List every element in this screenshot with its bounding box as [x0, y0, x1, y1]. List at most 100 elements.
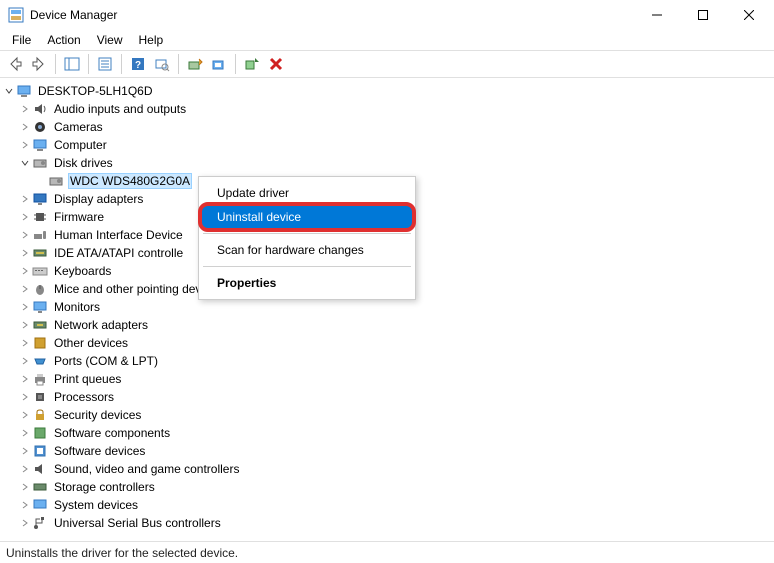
port-icon	[32, 353, 48, 369]
tree-label: Audio inputs and outputs	[52, 101, 188, 117]
chevron-right-icon[interactable]	[18, 246, 32, 260]
tree-label: WDC WDS480G2G0A	[68, 173, 192, 189]
controller-icon	[32, 479, 48, 495]
tree-item-computer[interactable]: Computer	[0, 136, 774, 154]
properties-button[interactable]	[94, 53, 116, 75]
disk-icon	[32, 155, 48, 171]
chevron-right-icon[interactable]	[18, 120, 32, 134]
delete-button[interactable]	[265, 53, 287, 75]
toolbar-divider	[121, 54, 122, 74]
chevron-right-icon[interactable]	[18, 426, 32, 440]
scan-hardware-button[interactable]	[151, 53, 173, 75]
tree-item-network[interactable]: Network adapters	[0, 316, 774, 334]
close-button[interactable]	[726, 0, 772, 30]
tree-item-other[interactable]: Other devices	[0, 334, 774, 352]
tree-item-monitors[interactable]: Monitors	[0, 298, 774, 316]
tree-item-sound[interactable]: Sound, video and game controllers	[0, 460, 774, 478]
menu-view[interactable]: View	[89, 31, 131, 49]
tree-item-security[interactable]: Security devices	[0, 406, 774, 424]
tree-item-usb[interactable]: Universal Serial Bus controllers	[0, 514, 774, 532]
chevron-right-icon[interactable]	[18, 138, 32, 152]
tree-label: DESKTOP-5LH1Q6D	[36, 83, 155, 99]
tree-item-system[interactable]: System devices	[0, 496, 774, 514]
tree-item-ports[interactable]: Ports (COM & LPT)	[0, 352, 774, 370]
svg-text:?: ?	[135, 60, 141, 71]
component-icon	[32, 425, 48, 441]
enable-device-button[interactable]	[241, 53, 263, 75]
chevron-right-icon[interactable]	[18, 372, 32, 386]
chevron-right-icon[interactable]	[18, 210, 32, 224]
show-hide-tree-button[interactable]	[61, 53, 83, 75]
ctx-properties[interactable]: Properties	[201, 271, 413, 295]
camera-icon	[32, 119, 48, 135]
tree-label: Print queues	[52, 371, 123, 387]
ctx-scan-hardware[interactable]: Scan for hardware changes	[201, 238, 413, 262]
cpu-icon	[32, 389, 48, 405]
help-button[interactable]: ?	[127, 53, 149, 75]
controller-icon	[32, 245, 48, 261]
uninstall-device-button[interactable]	[208, 53, 230, 75]
device-tree[interactable]: DESKTOP-5LH1Q6D Audio inputs and outputs…	[0, 78, 774, 541]
other-icon	[32, 335, 48, 351]
tree-label: Software components	[52, 425, 172, 441]
ctx-uninstall-device[interactable]: Uninstall device	[201, 205, 413, 229]
hid-icon	[32, 227, 48, 243]
printer-icon	[32, 371, 48, 387]
menu-file[interactable]: File	[4, 31, 39, 49]
toolbar-divider	[88, 54, 89, 74]
chevron-right-icon[interactable]	[18, 390, 32, 404]
chevron-right-icon[interactable]	[18, 444, 32, 458]
chevron-right-icon[interactable]	[18, 354, 32, 368]
tree-label: Storage controllers	[52, 479, 157, 495]
chevron-right-icon[interactable]	[18, 228, 32, 242]
tree-item-processors[interactable]: Processors	[0, 388, 774, 406]
chevron-right-icon[interactable]	[18, 264, 32, 278]
toolbar-divider	[235, 54, 236, 74]
tree-item-storage[interactable]: Storage controllers	[0, 478, 774, 496]
chevron-right-icon[interactable]	[18, 318, 32, 332]
menu-action[interactable]: Action	[39, 31, 88, 49]
tree-label: Universal Serial Bus controllers	[52, 515, 223, 531]
tree-label: Software devices	[52, 443, 147, 459]
chevron-down-icon[interactable]	[18, 156, 32, 170]
chevron-right-icon[interactable]	[18, 498, 32, 512]
tree-label: Sound, video and game controllers	[52, 461, 241, 477]
chevron-right-icon[interactable]	[18, 462, 32, 476]
menu-help[interactable]: Help	[131, 31, 172, 49]
tree-label: Display adapters	[52, 191, 145, 207]
tree-item-cameras[interactable]: Cameras	[0, 118, 774, 136]
sound-icon	[32, 461, 48, 477]
chevron-down-icon[interactable]	[2, 84, 16, 98]
chevron-right-icon[interactable]	[18, 516, 32, 530]
tree-item-disk-drives[interactable]: Disk drives	[0, 154, 774, 172]
chevron-right-icon[interactable]	[18, 192, 32, 206]
ctx-divider	[203, 233, 411, 234]
menu-bar: File Action View Help	[0, 30, 774, 50]
chevron-right-icon[interactable]	[18, 282, 32, 296]
maximize-button[interactable]	[680, 0, 726, 30]
ctx-update-driver[interactable]: Update driver	[201, 181, 413, 205]
chevron-right-icon[interactable]	[18, 102, 32, 116]
update-driver-button[interactable]	[184, 53, 206, 75]
security-icon	[32, 407, 48, 423]
keyboard-icon	[32, 263, 48, 279]
chevron-right-icon[interactable]	[18, 336, 32, 350]
chevron-right-icon[interactable]	[18, 300, 32, 314]
tree-item-swdev[interactable]: Software devices	[0, 442, 774, 460]
tree-label: Other devices	[52, 335, 130, 351]
system-icon	[32, 497, 48, 513]
tree-label: Monitors	[52, 299, 102, 315]
app-icon	[8, 7, 24, 23]
tree-label: IDE ATA/ATAPI controlle	[52, 245, 185, 261]
back-button[interactable]	[4, 53, 26, 75]
tree-item-swcomp[interactable]: Software components	[0, 424, 774, 442]
minimize-button[interactable]	[634, 0, 680, 30]
monitor-icon	[32, 299, 48, 315]
chevron-right-icon[interactable]	[18, 408, 32, 422]
tree-root[interactable]: DESKTOP-5LH1Q6D	[0, 82, 774, 100]
tree-item-printq[interactable]: Print queues	[0, 370, 774, 388]
tree-item-audio[interactable]: Audio inputs and outputs	[0, 100, 774, 118]
tree-label: Processors	[52, 389, 116, 405]
forward-button[interactable]	[28, 53, 50, 75]
chevron-right-icon[interactable]	[18, 480, 32, 494]
